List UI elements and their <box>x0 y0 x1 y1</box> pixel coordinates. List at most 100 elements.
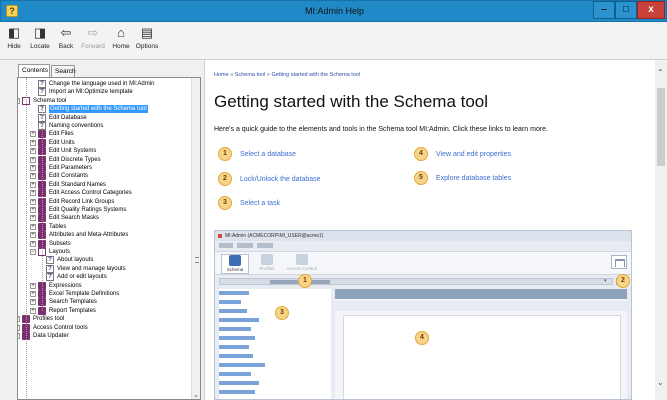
tree-item[interactable]: ? Add or edit layouts <box>18 273 190 282</box>
tree-item[interactable]: + Data Updater <box>18 332 190 340</box>
tree-item[interactable]: + Edit Record Link Groups <box>18 197 190 206</box>
tree-item-label: Edit Unit Systems <box>49 148 97 155</box>
topic-scrollbar[interactable]: ⌃ ⌄ <box>655 60 667 400</box>
screenshot-app-icon <box>218 234 222 238</box>
tree-item[interactable]: + Access Control tools <box>18 323 190 332</box>
back-button[interactable]: ⇦ Back <box>56 25 76 57</box>
locate-button[interactable]: ◨ Locate <box>28 25 52 57</box>
link-select-task[interactable]: 3 Select a task <box>218 196 328 210</box>
tree-item[interactable]: + Expressions <box>18 281 190 290</box>
link-select-database[interactable]: 1 Select a database <box>218 147 338 161</box>
expand-icon[interactable]: + <box>30 232 36 239</box>
tree-item[interactable]: ? Change the language used in MI:Admin <box>18 80 190 88</box>
tree-item[interactable]: + Edit Discrete Types <box>18 155 190 164</box>
topic-pane: Home » Schema tool » Getting started wit… <box>206 60 667 400</box>
tree-item[interactable]: + Subsets <box>18 239 190 248</box>
tree-item[interactable]: + Tables <box>18 222 190 231</box>
page-title: Getting started with the Schema tool <box>214 92 489 111</box>
profiles-icon <box>261 254 273 265</box>
tree-item[interactable]: + Edit Access Control Categories <box>18 189 190 198</box>
expand-icon[interactable]: + <box>18 324 20 331</box>
hide-button[interactable]: ◧ Hide <box>4 25 24 57</box>
tree-item[interactable]: + Edit Search Masks <box>18 214 190 223</box>
tree-item[interactable]: + Profiles tool <box>18 315 190 324</box>
link-lock-unlock-database[interactable]: 2 Lock/Unlock the database <box>218 172 368 186</box>
tree-item[interactable]: ? Naming conventions <box>18 122 190 130</box>
tree-item[interactable]: + Edit Files <box>18 130 190 139</box>
callout-2: 2 <box>616 274 630 288</box>
screenshot-schema-button: Schema <box>221 254 249 274</box>
tree-item[interactable]: + Edit Standard Names <box>18 180 190 189</box>
link-explore-database-tables[interactable]: 5 Explore database tables <box>414 171 564 185</box>
help-toolbar: ◧ Hide ◨ Locate ⇦ Back ⇨ Forward ⌂ Home … <box>0 22 667 60</box>
expand-icon[interactable]: + <box>30 282 36 289</box>
tree-item-label: Import an MI:Optimize template <box>49 89 133 96</box>
expand-icon[interactable]: + <box>30 156 36 163</box>
screenshot-access-control-button: Access Control <box>285 254 319 274</box>
tree-item-label: Schema tool <box>33 97 67 104</box>
tree-item[interactable]: ? Edit Database <box>18 113 190 122</box>
screenshot-database-dropdown: ▾ <box>219 278 613 285</box>
screenshot-lock-icon <box>611 255 627 269</box>
screenshot-profiles-button: Profiles <box>253 254 281 274</box>
tree-item-label: Excel Template Definitions <box>49 291 120 297</box>
expand-icon[interactable]: + <box>30 307 36 314</box>
options-button[interactable]: ▤ Options <box>133 25 161 57</box>
tree-item[interactable]: + Edit Quality Ratings Systems <box>18 206 190 214</box>
expand-icon[interactable]: + <box>30 291 36 297</box>
tab-contents[interactable]: Contents <box>18 64 50 77</box>
maximize-button[interactable]: □ <box>615 1 637 19</box>
breadcrumb-schema-tool[interactable]: Schema tool <box>235 72 266 78</box>
tree-item[interactable]: + Attributes and Meta-Attributes <box>18 231 190 240</box>
tree-item[interactable]: ? Getting started with the Schema tool <box>18 105 190 114</box>
expand-icon[interactable]: + <box>30 207 36 213</box>
expand-icon[interactable]: + <box>30 131 36 138</box>
expand-icon[interactable]: + <box>30 240 36 247</box>
tree-item[interactable]: ? View and manage layouts <box>18 264 190 273</box>
tree-item[interactable]: + Excel Template Definitions <box>18 290 190 298</box>
scroll-thumb[interactable] <box>657 88 665 166</box>
expand-icon[interactable]: + <box>30 165 36 171</box>
tree-item-label: Edit Units <box>49 139 75 146</box>
expand-icon[interactable]: + <box>30 299 36 306</box>
tree-item[interactable]: + Edit Parameters <box>18 164 190 172</box>
tree-item[interactable]: − Schema tool <box>18 96 190 105</box>
collapse-icon[interactable]: − <box>30 249 36 255</box>
tree-item[interactable]: ? Import an MI:Optimize template <box>18 88 190 97</box>
expand-icon[interactable]: + <box>18 333 20 339</box>
tree-item[interactable]: ? About layouts <box>18 256 190 265</box>
tree-item-label: Edit Quality Ratings Systems <box>49 207 127 213</box>
expand-icon[interactable]: + <box>30 181 36 188</box>
expand-icon[interactable]: + <box>30 139 36 146</box>
home-button[interactable]: ⌂ Home <box>110 25 132 57</box>
expand-icon[interactable]: + <box>30 173 36 180</box>
breadcrumb-current[interactable]: Getting started with the Schema tool <box>272 72 361 78</box>
tree-item[interactable]: + Edit Unit Systems <box>18 147 190 156</box>
tab-search[interactable]: Search <box>51 65 76 77</box>
step-number-badge: 5 <box>414 171 428 185</box>
expand-icon[interactable]: + <box>30 198 36 205</box>
expand-icon[interactable]: + <box>18 316 20 323</box>
tree-item[interactable]: − Layouts <box>18 248 190 256</box>
tree-item[interactable]: + Edit Constants <box>18 172 190 181</box>
step-number-badge: 1 <box>218 147 232 161</box>
tree-item[interactable]: + Edit Units <box>18 138 190 147</box>
collapse-icon[interactable]: − <box>18 97 20 104</box>
expand-icon[interactable]: + <box>30 215 36 222</box>
expand-icon[interactable]: + <box>30 190 36 197</box>
tree-item[interactable]: + Report Templates <box>18 306 190 315</box>
tree-scrollbar[interactable]: ⌄ <box>191 78 200 399</box>
close-button[interactable]: x <box>637 1 665 19</box>
page-icon: ? <box>38 80 46 88</box>
scroll-down-icon[interactable]: ⌄ <box>657 378 664 387</box>
access-control-icon <box>296 254 308 265</box>
forward-button[interactable]: ⇨ Forward <box>78 25 108 57</box>
breadcrumb-home[interactable]: Home <box>214 72 229 78</box>
scroll-down-icon[interactable]: ⌄ <box>193 391 199 399</box>
link-view-edit-properties[interactable]: 4 View and edit properties <box>414 147 564 161</box>
scroll-up-icon[interactable]: ⌃ <box>657 68 664 77</box>
minimize-button[interactable]: – <box>593 1 615 19</box>
tree-item[interactable]: + Search Templates <box>18 298 190 307</box>
expand-icon[interactable]: + <box>30 148 36 155</box>
expand-icon[interactable]: + <box>30 223 36 230</box>
